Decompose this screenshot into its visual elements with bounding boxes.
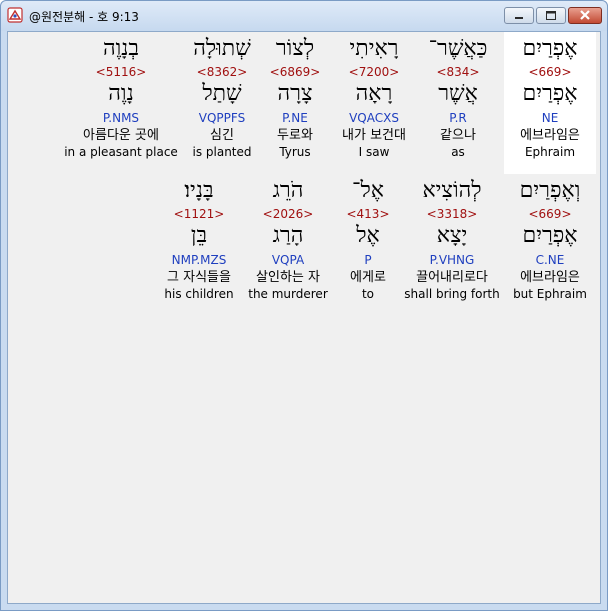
word-cell[interactable]: הֹרֵג <2026> הָרַג VQPA 살인하는 자 the murde…	[242, 174, 334, 304]
korean-gloss: 에브라임은	[520, 270, 580, 285]
parsing-code: C.NE	[535, 253, 565, 267]
word-cell[interactable]: בְנָוֶה <5116> נָוֶה P.NMS 아름다운 곳에 in a …	[56, 32, 186, 162]
strong-number[interactable]: <1121>	[154, 206, 244, 224]
word-cell[interactable]: וְאֶפְרַיִם <669> אֶפְרַיִם C.NE 에브라임은 b…	[504, 174, 596, 304]
strong-number[interactable]: <2026>	[242, 206, 334, 224]
parsing-code: P.R	[449, 111, 467, 125]
parsing-code: VQPA	[271, 253, 305, 267]
hebrew-word: בְנָוֶה	[102, 36, 140, 61]
strong-number[interactable]: <3318>	[402, 206, 502, 224]
close-icon	[580, 10, 590, 20]
parsing-code: VQPPFS	[198, 111, 246, 125]
lemma: אֶל	[356, 223, 380, 248]
hebrew-word: הֹרֵג	[272, 178, 304, 203]
korean-gloss: 살인하는 자	[256, 270, 320, 285]
english-gloss: in a pleasant place	[64, 145, 178, 159]
lemma: אֲשֶׁר	[438, 81, 478, 106]
word-cell[interactable]: רָאִיתִי <7200> רָאָה VQACXS 내가 보건대 I sa…	[328, 32, 420, 162]
strong-number[interactable]: <669>	[504, 64, 596, 82]
hebrew-word: בָּנָיו׃	[184, 178, 214, 203]
korean-gloss: 같으나	[440, 128, 476, 143]
korean-gloss: 그 자식들을	[167, 270, 231, 285]
hebrew-word: לְהוֹצִיא	[422, 178, 482, 203]
english-gloss: the murderer	[248, 287, 328, 301]
english-gloss: his children	[164, 287, 234, 301]
english-gloss: but Ephraim	[513, 287, 587, 301]
parsing-code: P.NMS	[102, 111, 140, 125]
maximize-icon	[546, 11, 556, 20]
english-gloss: Ephraim	[524, 145, 576, 159]
korean-gloss: 에브라임은	[520, 128, 580, 143]
word-cell[interactable]: שְׁתוּלָה <8362> שָׁתַל VQPPFS 심긴 is pla…	[176, 32, 268, 162]
english-gloss: as	[451, 145, 465, 159]
korean-gloss: 아름다운 곳에	[83, 128, 159, 143]
word-cell[interactable]: אֶל־ <413> אֶל P 에게로 to	[332, 174, 404, 304]
english-gloss: is planted	[192, 145, 252, 159]
minimize-button[interactable]	[504, 7, 534, 24]
app-icon[interactable]	[7, 7, 23, 23]
lemma: שָׁתַל	[202, 81, 242, 106]
lemma: הָרַג	[272, 223, 304, 248]
minimize-icon	[515, 17, 523, 19]
lemma: יָצָא	[436, 223, 468, 248]
parsing-code: P	[364, 253, 372, 267]
parsing-code: NE	[541, 111, 559, 125]
hebrew-word: וְאֶפְרַיִם	[519, 178, 581, 203]
lemma: רָאָה	[355, 81, 393, 106]
korean-gloss: 내가 보건대	[342, 128, 406, 143]
parsing-code: NMP.MZS	[171, 253, 227, 267]
strong-number[interactable]: <669>	[504, 206, 596, 224]
strong-number[interactable]: <7200>	[328, 64, 420, 82]
hebrew-word: שְׁתוּלָה	[193, 36, 251, 61]
hebrew-word: אֶפְרַיִם	[522, 36, 578, 61]
lemma: אֶפְרַיִם	[522, 223, 578, 248]
korean-gloss: 심긴	[210, 128, 234, 143]
korean-gloss: 끌어내리로다	[416, 270, 488, 285]
lemma: בֵּן	[190, 223, 208, 248]
strong-number[interactable]: <834>	[412, 64, 504, 82]
korean-gloss: 에게로	[350, 270, 386, 285]
interlinear-panel: אֶפְרַיִם <669> אֶפְרַיִם NE 에브라임은 Ephra…	[7, 31, 601, 604]
app-window: @원전분해 - 호 9:13 אֶפְרַיִם <669> אֶפְרַיִם…	[0, 0, 608, 611]
lemma: אֶפְרַיִם	[522, 81, 578, 106]
hebrew-word: כַּאֲשֶׁר־	[428, 36, 488, 61]
hebrew-word: רָאִיתִי	[349, 36, 399, 61]
hebrew-word: אֶל־	[352, 178, 384, 203]
english-gloss: I saw	[358, 145, 390, 159]
strong-number[interactable]: <8362>	[176, 64, 268, 82]
maximize-button[interactable]	[536, 7, 566, 24]
window-title: @원전분해 - 호 9:13	[29, 10, 139, 24]
word-cell[interactable]: כַּאֲשֶׁר־ <834> אֲשֶׁר P.R 같으나 as	[412, 32, 504, 162]
word-cell[interactable]: בָּנָיו׃ <1121> בֵּן NMP.MZS 그 자식들을 his …	[154, 174, 244, 304]
word-cell[interactable]: אֶפְרַיִם <669> אֶפְרַיִם NE 에브라임은 Ephra…	[504, 32, 596, 174]
parsing-code: P.VHNG	[429, 253, 475, 267]
lemma: נָוֶה	[108, 81, 134, 106]
strong-number[interactable]: <5116>	[56, 64, 186, 82]
word-cell[interactable]: לְהוֹצִיא <3318> יָצָא P.VHNG 끌어내리로다 sha…	[402, 174, 502, 304]
title-bar[interactable]: @원전분해 - 호 9:13	[1, 1, 607, 31]
close-button[interactable]	[568, 7, 602, 24]
english-gloss: shall bring forth	[404, 287, 500, 301]
strong-number[interactable]: <413>	[332, 206, 404, 224]
parsing-code: VQACXS	[349, 111, 399, 125]
english-gloss: to	[361, 287, 375, 301]
